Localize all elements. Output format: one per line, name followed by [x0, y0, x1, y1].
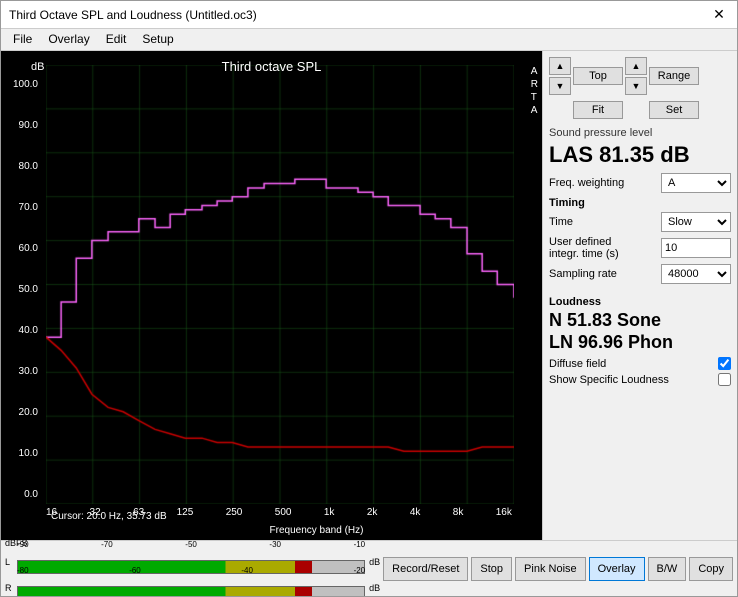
spl-section-label: Sound pressure level [549, 127, 731, 139]
x-label-250: 250 [226, 507, 243, 518]
level-meters: dBFS L -90 -70 -50 -30 -10 dB [5, 538, 380, 597]
diffuse-field-checkbox[interactable] [718, 357, 731, 370]
channel-R-label: R [5, 583, 15, 593]
record-reset-button[interactable]: Record/Reset [383, 557, 468, 581]
db-label-L: dB [369, 557, 380, 567]
diffuse-field-label: Diffuse field [549, 358, 606, 370]
main-window: Third Octave SPL and Loudness (Untitled.… [0, 0, 738, 597]
range-button[interactable]: Range [649, 67, 699, 85]
nav-buttons: ▲ ▼ Top ▲ ▼ Range [549, 57, 731, 95]
level-bar-L [17, 560, 365, 574]
x-label-8k: 8k [453, 507, 464, 518]
chart-title: Third octave SPL [1, 55, 542, 76]
x-label-125: 125 [177, 507, 194, 518]
stop-button[interactable]: Stop [471, 557, 512, 581]
user-integr-input[interactable]: 10 [661, 238, 731, 258]
nav-down-button[interactable]: ▼ [549, 77, 571, 95]
nav-up-button[interactable]: ▲ [549, 57, 571, 75]
chart-wrapper: 100.0 90.0 80.0 70.0 60.0 50.0 40.0 30.0… [1, 51, 542, 540]
bw-button[interactable]: B/W [648, 557, 687, 581]
y-label-90: 90.0 [19, 120, 38, 131]
pink-noise-button[interactable]: Pink Noise [515, 557, 586, 581]
spl-value: LAS 81.35 dB [549, 143, 731, 167]
y-label-70: 70.0 [19, 202, 38, 213]
bottom-bar: dBFS L -90 -70 -50 -30 -10 dB [1, 540, 737, 596]
right-panel: ▲ ▼ Top ▲ ▼ Range Fit Set Sound pressure… [542, 51, 737, 540]
x-label-2k: 2k [367, 507, 378, 518]
range-up-button[interactable]: ▲ [625, 57, 647, 75]
level-bar-R [17, 586, 365, 597]
ln-value: LN 96.96 Phon [549, 332, 731, 354]
overlay-button[interactable]: Overlay [589, 557, 645, 581]
y-label-0: 0.0 [24, 489, 38, 500]
show-specific-checkbox[interactable] [718, 373, 731, 386]
top-button[interactable]: Top [573, 67, 623, 85]
diffuse-field-row: Diffuse field [549, 357, 731, 370]
show-specific-row: Show Specific Loudness [549, 373, 731, 386]
db-label-R: dB [369, 583, 380, 593]
timing-title: Timing [549, 197, 731, 209]
user-integr-row: User definedintegr. time (s) 10 [549, 236, 731, 260]
y-label-20: 20.0 [19, 407, 38, 418]
level-row-R: R -80 -60 -40 -20 dB [5, 576, 380, 597]
x-label-4k: 4k [410, 507, 421, 518]
window-title: Third Octave SPL and Loudness (Untitled.… [9, 8, 257, 22]
menu-file[interactable]: File [5, 31, 40, 48]
menu-bar: File Overlay Edit Setup [1, 29, 737, 51]
sampling-rate-row: Sampling rate 48000 44100 96000 [549, 264, 731, 284]
channel-L-label: L [5, 557, 15, 567]
main-content: Third octave SPL 100.0 90.0 80.0 70.0 60… [1, 51, 737, 540]
set-button[interactable]: Set [649, 101, 699, 119]
title-bar: Third Octave SPL and Loudness (Untitled.… [1, 1, 737, 29]
y-label-100: 100.0 [13, 79, 38, 90]
time-label: Time [549, 216, 573, 228]
loudness-section: Loudness N 51.83 Sone LN 96.96 Phon Diff… [549, 296, 731, 389]
close-button[interactable]: ✕ [709, 5, 729, 25]
freq-weighting-dropdown[interactable]: A B C Z [661, 173, 731, 193]
freq-weighting-label: Freq. weighting [549, 177, 624, 189]
chart-canvas[interactable] [46, 65, 514, 504]
n-value: N 51.83 Sone [549, 310, 731, 332]
freq-label: Frequency band (Hz) [46, 525, 542, 536]
timing-section: Timing Time Slow Fast Impulse User defin… [549, 197, 731, 288]
time-row: Time Slow Fast Impulse [549, 212, 731, 232]
menu-setup[interactable]: Setup [134, 31, 181, 48]
menu-overlay[interactable]: Overlay [40, 31, 97, 48]
y-label-10: 10.0 [19, 448, 38, 459]
level-row-L: L -90 -70 -50 -30 -10 dB [5, 550, 380, 574]
sampling-rate-dropdown[interactable]: 48000 44100 96000 [661, 264, 731, 284]
fit-button[interactable]: Fit [573, 101, 623, 119]
y-axis: 100.0 90.0 80.0 70.0 60.0 50.0 40.0 30.0… [1, 79, 41, 500]
loudness-values: N 51.83 Sone LN 96.96 Phon [549, 310, 731, 353]
menu-edit[interactable]: Edit [98, 31, 135, 48]
bottom-buttons: Record/Reset Stop Pink Noise Overlay B/W… [383, 557, 733, 581]
copy-button[interactable]: Copy [689, 557, 733, 581]
y-label-30: 30.0 [19, 366, 38, 377]
y-label-80: 80.0 [19, 161, 38, 172]
user-integr-label: User definedintegr. time (s) [549, 236, 619, 260]
time-dropdown[interactable]: Slow Fast Impulse [661, 212, 731, 232]
nav-range-group: ▲ ▼ [625, 57, 647, 95]
show-specific-label: Show Specific Loudness [549, 374, 669, 386]
range-down-button[interactable]: ▼ [625, 77, 647, 95]
y-label-50: 50.0 [19, 284, 38, 295]
nav-fit-row: Fit Set [549, 101, 731, 119]
x-label-16k: 16k [496, 507, 512, 518]
freq-weighting-row: Freq. weighting A B C Z [549, 173, 731, 193]
cursor-info: Cursor: 20.0 Hz, 35.73 dB [51, 511, 167, 522]
nav-top-group: ▲ ▼ [549, 57, 571, 95]
y-label-60: 60.0 [19, 243, 38, 254]
sampling-rate-label: Sampling rate [549, 268, 617, 280]
y-label-40: 40.0 [19, 325, 38, 336]
chart-area: Third octave SPL 100.0 90.0 80.0 70.0 60… [1, 51, 542, 540]
x-label-500: 500 [275, 507, 292, 518]
x-label-1k: 1k [324, 507, 335, 518]
loudness-title: Loudness [549, 296, 731, 308]
